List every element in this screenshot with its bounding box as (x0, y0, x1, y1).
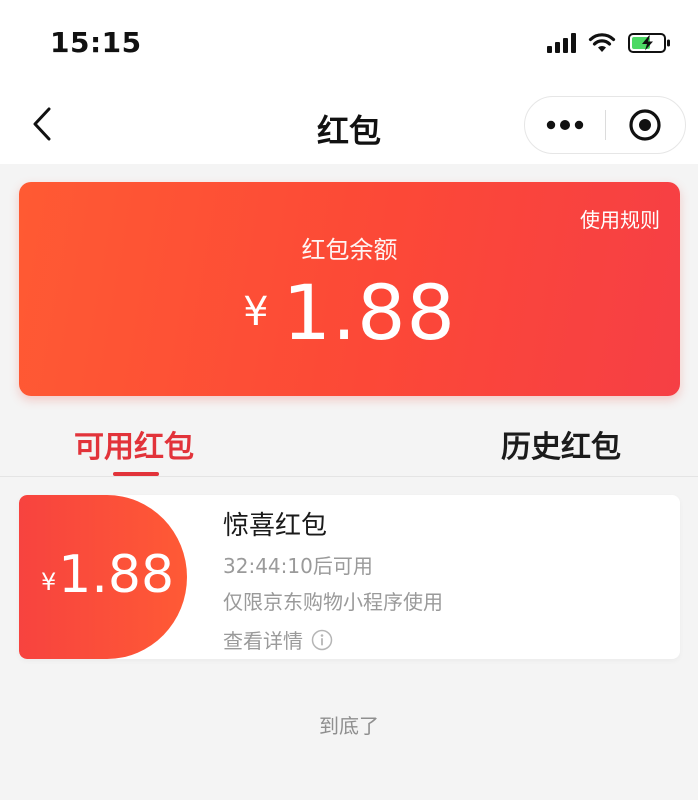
balance-card: 使用规则 红包余额 ¥1.88 (19, 182, 680, 396)
balance-value: 1.88 (282, 268, 456, 357)
view-details-label: 查看详情 (223, 629, 303, 653)
coupon-amount: ¥1.88 (41, 545, 174, 605)
balance-label: 红包余额 (301, 236, 398, 264)
battery-charging-icon (628, 33, 670, 53)
wifi-icon (588, 33, 616, 52)
tab-history[interactable]: 历史红包 (501, 422, 621, 466)
mini-program-capsule (524, 96, 686, 154)
coupon-restriction: 仅限京东购物小程序使用 (223, 590, 443, 614)
usage-rules-link[interactable]: 使用规则 (580, 204, 660, 233)
end-of-list-text: 到底了 (319, 714, 379, 738)
coupon-name: 惊喜红包 (223, 511, 328, 541)
status-icons (547, 30, 672, 56)
signal-icon (547, 33, 576, 53)
more-button[interactable] (525, 97, 605, 153)
coupon-value: 1.88 (58, 545, 175, 605)
tab-available[interactable]: 可用红包 (74, 422, 194, 466)
nav-bar: 红包 (0, 86, 698, 164)
tab-active-indicator (113, 472, 159, 476)
coupon-amount-panel: ¥1.88 (19, 495, 187, 659)
info-icon (311, 629, 333, 650)
target-circle-icon (629, 109, 661, 141)
close-mini-program-button[interactable] (606, 97, 684, 153)
tab-bar: 可用红包 历史红包 (0, 414, 698, 477)
coupon-info: 惊喜红包 32:44:10后可用 仅限京东购物小程序使用 查看详情 (223, 509, 443, 654)
coupon-card[interactable]: ¥1.88 惊喜红包 32:44:10后可用 仅限京东购物小程序使用 查看详情 (19, 495, 680, 659)
status-bar: 15:15 (0, 0, 698, 86)
view-details-link[interactable]: 查看详情 (223, 625, 443, 654)
balance-currency: ¥ (243, 289, 269, 335)
balance-amount: ¥1.88 (19, 268, 680, 357)
more-dots-icon (546, 120, 584, 130)
coupon-currency: ¥ (41, 568, 57, 596)
status-time: 15:15 (50, 26, 142, 59)
coupon-availability: 32:44:10后可用 (223, 554, 373, 578)
